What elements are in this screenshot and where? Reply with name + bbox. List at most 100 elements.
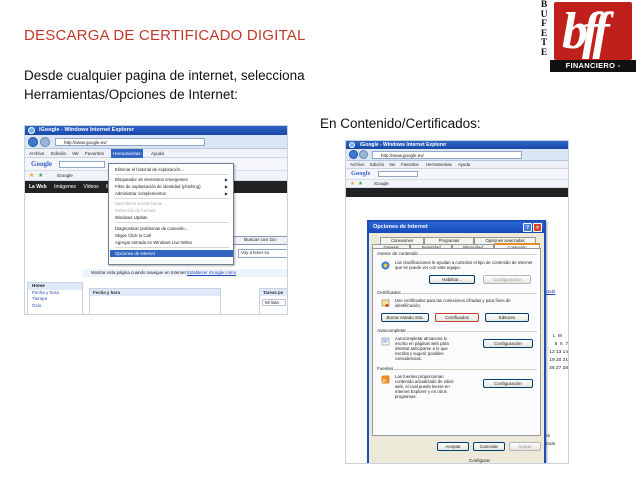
menu-item-label: Bloqueador de elementos emergentes (115, 177, 188, 182)
menu-item-subscribe-feed: Suscribirse a esta fuente... (115, 201, 166, 206)
address-bar[interactable]: http://www.google.es/ (55, 138, 205, 146)
back-icon[interactable] (28, 137, 38, 147)
gadget-fecha: Fecha y hora (89, 288, 221, 314)
bg-text: e todo (542, 442, 556, 447)
side-item[interactable]: Ocio (28, 303, 82, 310)
menu-archivo[interactable]: Archivo (350, 161, 364, 169)
menu-item-live-writer[interactable]: Agregar entrada en Windows Live Writer (115, 239, 231, 246)
advisor-settings-button: Configuración (483, 275, 531, 284)
ie-nav-bar: http://www.google.es/ (346, 149, 568, 161)
address-bar[interactable]: http://www.google.es/ (372, 151, 522, 159)
menu-ver[interactable]: Ver (389, 161, 395, 169)
ie-title-bar: iGoogle - Windows Internet Explorer (25, 126, 287, 135)
gnav-images[interactable]: Imágenes (54, 184, 76, 190)
feeds-settings-button[interactable]: Configuración (483, 379, 533, 388)
menu-item-windows-update[interactable]: Windows Update (115, 214, 231, 221)
menu-item-diagnose[interactable]: Diagnosticar problemas de conexión... (115, 225, 231, 232)
bottom-peek-label: Configurar (469, 458, 491, 463)
autocompletar-label: Autocompletar (376, 328, 408, 333)
ie-title-bar: iGoogle - Windows Internet Explorer (346, 141, 568, 149)
logo-mark: bff (562, 3, 610, 60)
forward-icon[interactable] (359, 150, 368, 159)
search-button-secondary[interactable]: Voy a tener su (238, 249, 287, 258)
autocomplete-icon (381, 337, 390, 346)
add-favorite-icon[interactable]: ★ (38, 171, 43, 181)
menu-herramientas[interactable]: Herramientas (426, 161, 452, 169)
side-panel: Home Fecha y hora Tiempo Ocio (27, 282, 83, 314)
clear-ssl-button[interactable]: Borrar estado SSL (381, 313, 429, 322)
favorite-igoogle[interactable]: iGoogle (374, 180, 389, 188)
forward-icon[interactable] (40, 137, 50, 147)
screenshot-internet-options: iGoogle - Windows Internet Explorer http… (345, 140, 569, 464)
menu-ver[interactable]: Ver (72, 149, 79, 158)
bg-link[interactable]: Establ (542, 289, 568, 297)
certificados-label: Certificados (376, 290, 402, 295)
menu-herramientas[interactable]: Herramientas (111, 149, 143, 158)
google-toolbar-search[interactable] (378, 171, 418, 177)
ie-menu-bar: Archivo Edición Ver Favoritos Herramient… (346, 161, 568, 169)
window-title: iGoogle - Windows Internet Explorer (360, 142, 447, 148)
search-button[interactable]: Buscar con Go (231, 236, 287, 245)
menu-separator (115, 247, 229, 248)
gadget-list-item[interactable]: Mi lista (262, 299, 286, 306)
tab-programas[interactable]: Programas (424, 237, 474, 244)
menu-edicion[interactable]: Edición (370, 161, 384, 169)
dialog-title: Opciones de Internet (373, 224, 428, 230)
ie-icon (28, 127, 35, 134)
gnav-videos[interactable]: Videos (83, 184, 98, 190)
menu-item-phishing-filter[interactable]: Filtro de suplantación de identidad (phi… (115, 183, 231, 190)
star-icon[interactable]: ★ (29, 171, 34, 181)
autocompletar-text: Autocompletar almacena lo escrito en pág… (395, 336, 449, 361)
autocomplete-settings-button[interactable]: Configuración (483, 339, 533, 348)
ie-menu-bar: Archivo Edición Ver Favoritos Herramient… (25, 149, 287, 158)
publishers-button[interactable]: Editores (485, 313, 529, 322)
menu-item-internet-options[interactable]: Opciones de Internet (110, 250, 233, 257)
cal-day: L (552, 334, 556, 339)
menu-edicion[interactable]: Edición (51, 149, 66, 158)
favorite-igoogle[interactable]: iGoogle (57, 171, 73, 181)
cal-num: 7 (565, 342, 568, 347)
menu-archivo[interactable]: Archivo (29, 149, 44, 158)
notice-link[interactable]: Establecer iGoogle como (187, 270, 236, 275)
group-line (399, 293, 537, 294)
google-toolbar: Google (346, 169, 568, 180)
menu-separator (115, 174, 229, 175)
notice-text: Mostrar esta página cuando navegue en In… (91, 270, 186, 275)
menu-favoritos[interactable]: Favoritos (85, 149, 104, 158)
menu-item-label: Administrar complementos (115, 191, 166, 196)
feeds-icon (381, 375, 390, 384)
menu-item-addons[interactable]: Administrar complementos ▶ (115, 190, 231, 197)
cal-num: 19 (549, 358, 555, 363)
menu-favoritos[interactable]: Favoritos (401, 161, 419, 169)
certificates-button[interactable]: Certificados (435, 313, 479, 322)
menu-ayuda[interactable]: Ayuda (151, 149, 164, 158)
tab-conexiones[interactable]: Conexiones (380, 237, 424, 244)
certificados-text: Use certificados para las conexiones cif… (395, 298, 511, 308)
ok-button[interactable]: Aceptar (437, 442, 469, 451)
google-toolbar-search[interactable] (59, 161, 105, 168)
cancel-button[interactable]: Cancelar (473, 442, 505, 451)
back-icon[interactable] (349, 150, 358, 159)
google-logo: Google (351, 170, 371, 177)
cal-num: 26 (549, 366, 555, 371)
add-favorite-icon[interactable]: ★ (358, 180, 363, 188)
intro-line-2: Herramientas/Opciones de Internet: (24, 87, 238, 102)
menu-ayuda[interactable]: Ayuda (458, 161, 470, 169)
star-icon[interactable]: ★ (350, 180, 355, 188)
cal-num: 27 (555, 366, 562, 371)
menu-separator (115, 222, 229, 223)
menu-item-skype[interactable]: Skype Click to Call (115, 232, 231, 239)
submenu-arrow-icon: ▶ (224, 191, 228, 196)
bufete-logo: B U F E T E bff FINANCIERO - FISCAL (536, 0, 636, 82)
menu-item-delete-history[interactable]: Eliminar el historial de exploración... (115, 166, 231, 173)
caption-right: En Contenido/Certificados: (320, 116, 481, 131)
background-page-right: Establ L M 5 6 7 12 13 14 19 20 21 26 27… (542, 201, 568, 449)
contenido-panel: Asesor de contenido Las clasificaciones … (372, 248, 541, 436)
asesor-text: Las clasificaciones le ayudan a controla… (395, 260, 533, 270)
dialog-title-bar: Opciones de Internet ? × (369, 222, 544, 233)
enable-button[interactable]: Habilitar... (429, 275, 475, 284)
gnav-web[interactable]: La Web (29, 184, 47, 190)
help-icon[interactable]: ? (523, 223, 532, 232)
close-icon[interactable]: × (533, 223, 542, 232)
menu-item-popup-blocker[interactable]: Bloqueador de elementos emergentes ▶ (115, 176, 231, 183)
